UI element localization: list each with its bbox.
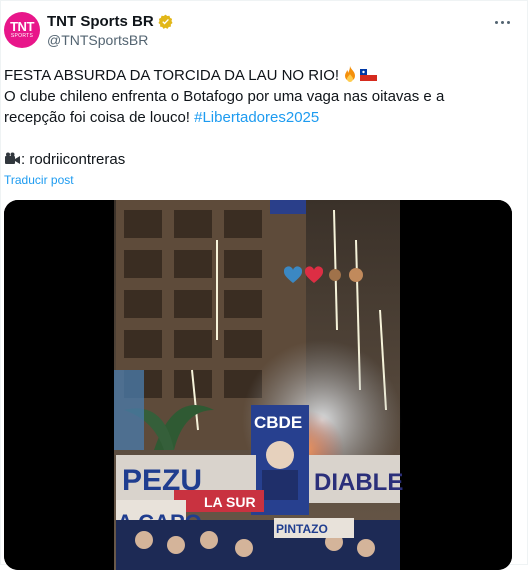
avatar-logo-subtext: SPORTS <box>10 33 34 39</box>
post-line-2: O clube chileno enfrenta o Botafogo por … <box>4 88 445 105</box>
tweet-card: TNT SPORTS TNT Sports BR @TNTSportsBR FE… <box>0 0 528 570</box>
avatar[interactable]: TNT SPORTS <box>4 12 40 48</box>
chile-flag-icon <box>360 69 378 81</box>
post-credit-line: : rodriicontreras <box>4 149 519 170</box>
post-line-3-text: recepção foi coisa de louco! <box>4 109 190 126</box>
avatar-logo-text: TNT <box>10 19 34 34</box>
author-handle[interactable]: @TNTSportsBR <box>47 32 148 48</box>
banner-text-2: DIABLE <box>314 469 403 496</box>
sign-text: LA SUR <box>204 494 256 510</box>
flag-text: CBDE <box>254 413 302 432</box>
more-options-icon[interactable] <box>495 15 515 29</box>
post-spacer <box>4 128 519 149</box>
fire-emoji-icon <box>345 66 356 82</box>
post-text: FESTA ABSURDA DA TORCIDA DA LAU NO RIO! … <box>4 65 519 170</box>
verified-badge-icon <box>158 14 173 29</box>
translate-post-link[interactable]: Traducir post <box>4 173 74 187</box>
hashtag-link[interactable]: #Libertadores2025 <box>194 109 319 126</box>
video-camera-icon <box>5 152 20 164</box>
post-line-3: recepção foi coisa de louco! #Libertador… <box>4 107 519 128</box>
author-name-row[interactable]: TNT Sports BR <box>47 13 173 30</box>
video-player[interactable]: CBDE PEZU DIABLE LA SUR A CAPO PINTAZO <box>4 200 512 570</box>
post-headline: FESTA ABSURDA DA TORCIDA DA LAU NO RIO! <box>4 67 340 84</box>
banner-text-4: PINTAZO <box>276 522 328 536</box>
video-frame: CBDE PEZU DIABLE LA SUR A CAPO PINTAZO <box>4 200 512 570</box>
post-line-1: FESTA ABSURDA DA TORCIDA DA LAU NO RIO! <box>4 65 519 86</box>
credit-text: : rodriicontreras <box>21 151 126 168</box>
author-name[interactable]: TNT Sports BR <box>47 13 154 30</box>
